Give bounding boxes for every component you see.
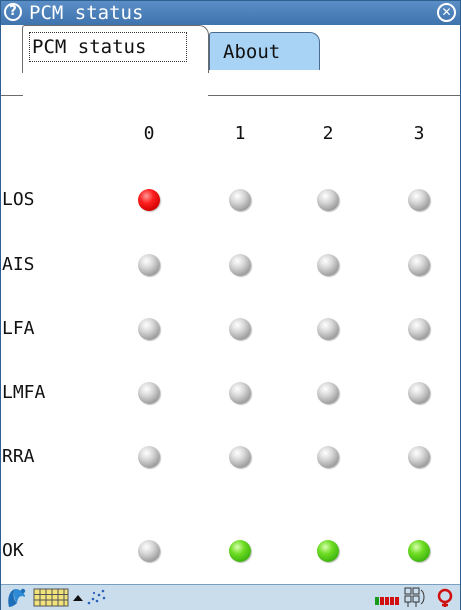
power-icon[interactable] (433, 587, 457, 608)
status-led-ais-2-grey (317, 254, 339, 276)
status-led-lfa-3-grey (408, 318, 430, 340)
column-header-3: 3 (413, 123, 425, 144)
active-tab-gap (23, 95, 208, 97)
row-label-ais: AIS (2, 254, 35, 275)
help-icon[interactable]: ? (4, 3, 22, 21)
status-led-rra-0-grey (138, 446, 160, 468)
handwriting-icon[interactable] (85, 587, 109, 608)
status-led-los-2-grey (317, 189, 339, 211)
status-led-ok-3-green (408, 540, 430, 562)
status-led-lmfa-0-grey (138, 382, 160, 404)
keyboard-icon[interactable] (33, 587, 69, 608)
pcm-status-grid: 0 1 2 3 LOS AIS LFA LMFA RRA OK (1, 97, 460, 571)
row-label-lmfa: LMFA (2, 382, 46, 403)
row-label-rra: RRA (2, 446, 35, 467)
row-label-los: LOS (2, 189, 35, 210)
application-window: ? PCM status ✕ PCM status About 0 1 2 3 LOS A… (0, 0, 461, 610)
up-arrow-icon[interactable] (72, 587, 84, 608)
status-led-lfa-1-grey (229, 318, 251, 340)
status-led-rra-1-grey (229, 446, 251, 468)
status-led-ais-0-grey (138, 254, 160, 276)
window-title: PCM status (29, 2, 144, 24)
status-led-lfa-0-grey (138, 318, 160, 340)
status-led-lmfa-3-grey (408, 382, 430, 404)
status-led-lmfa-1-grey (229, 382, 251, 404)
start-menu-icon[interactable] (3, 587, 29, 608)
taskbar (1, 584, 460, 610)
status-led-ais-3-grey (408, 254, 430, 276)
tab-about-label: About (223, 41, 281, 63)
status-led-ok-1-green (229, 540, 251, 562)
tab-about[interactable]: About (209, 32, 320, 70)
status-led-ok-0-grey (138, 540, 160, 562)
title-bar: ? PCM status ✕ (1, 1, 460, 25)
status-led-ais-1-grey (229, 254, 251, 276)
tab-pcm-status[interactable]: PCM status (22, 25, 209, 73)
row-label-ok: OK (2, 540, 24, 561)
close-icon[interactable]: ✕ (437, 3, 456, 22)
status-led-rra-3-grey (408, 446, 430, 468)
tab-pcm-status-label: PCM status (29, 32, 187, 62)
signal-strength-icon (375, 597, 399, 605)
status-led-ok-2-green (317, 540, 339, 562)
status-led-rra-2-grey (317, 446, 339, 468)
column-header-1: 1 (234, 123, 246, 144)
column-header-2: 2 (322, 123, 334, 144)
row-label-lfa: LFA (2, 318, 35, 339)
network-icon[interactable] (402, 587, 428, 608)
column-header-0: 0 (143, 123, 155, 144)
status-led-lmfa-2-grey (317, 382, 339, 404)
status-led-los-3-grey (408, 189, 430, 211)
status-led-los-0-red (138, 189, 160, 211)
status-led-lfa-2-grey (317, 318, 339, 340)
status-led-los-1-grey (229, 189, 251, 211)
